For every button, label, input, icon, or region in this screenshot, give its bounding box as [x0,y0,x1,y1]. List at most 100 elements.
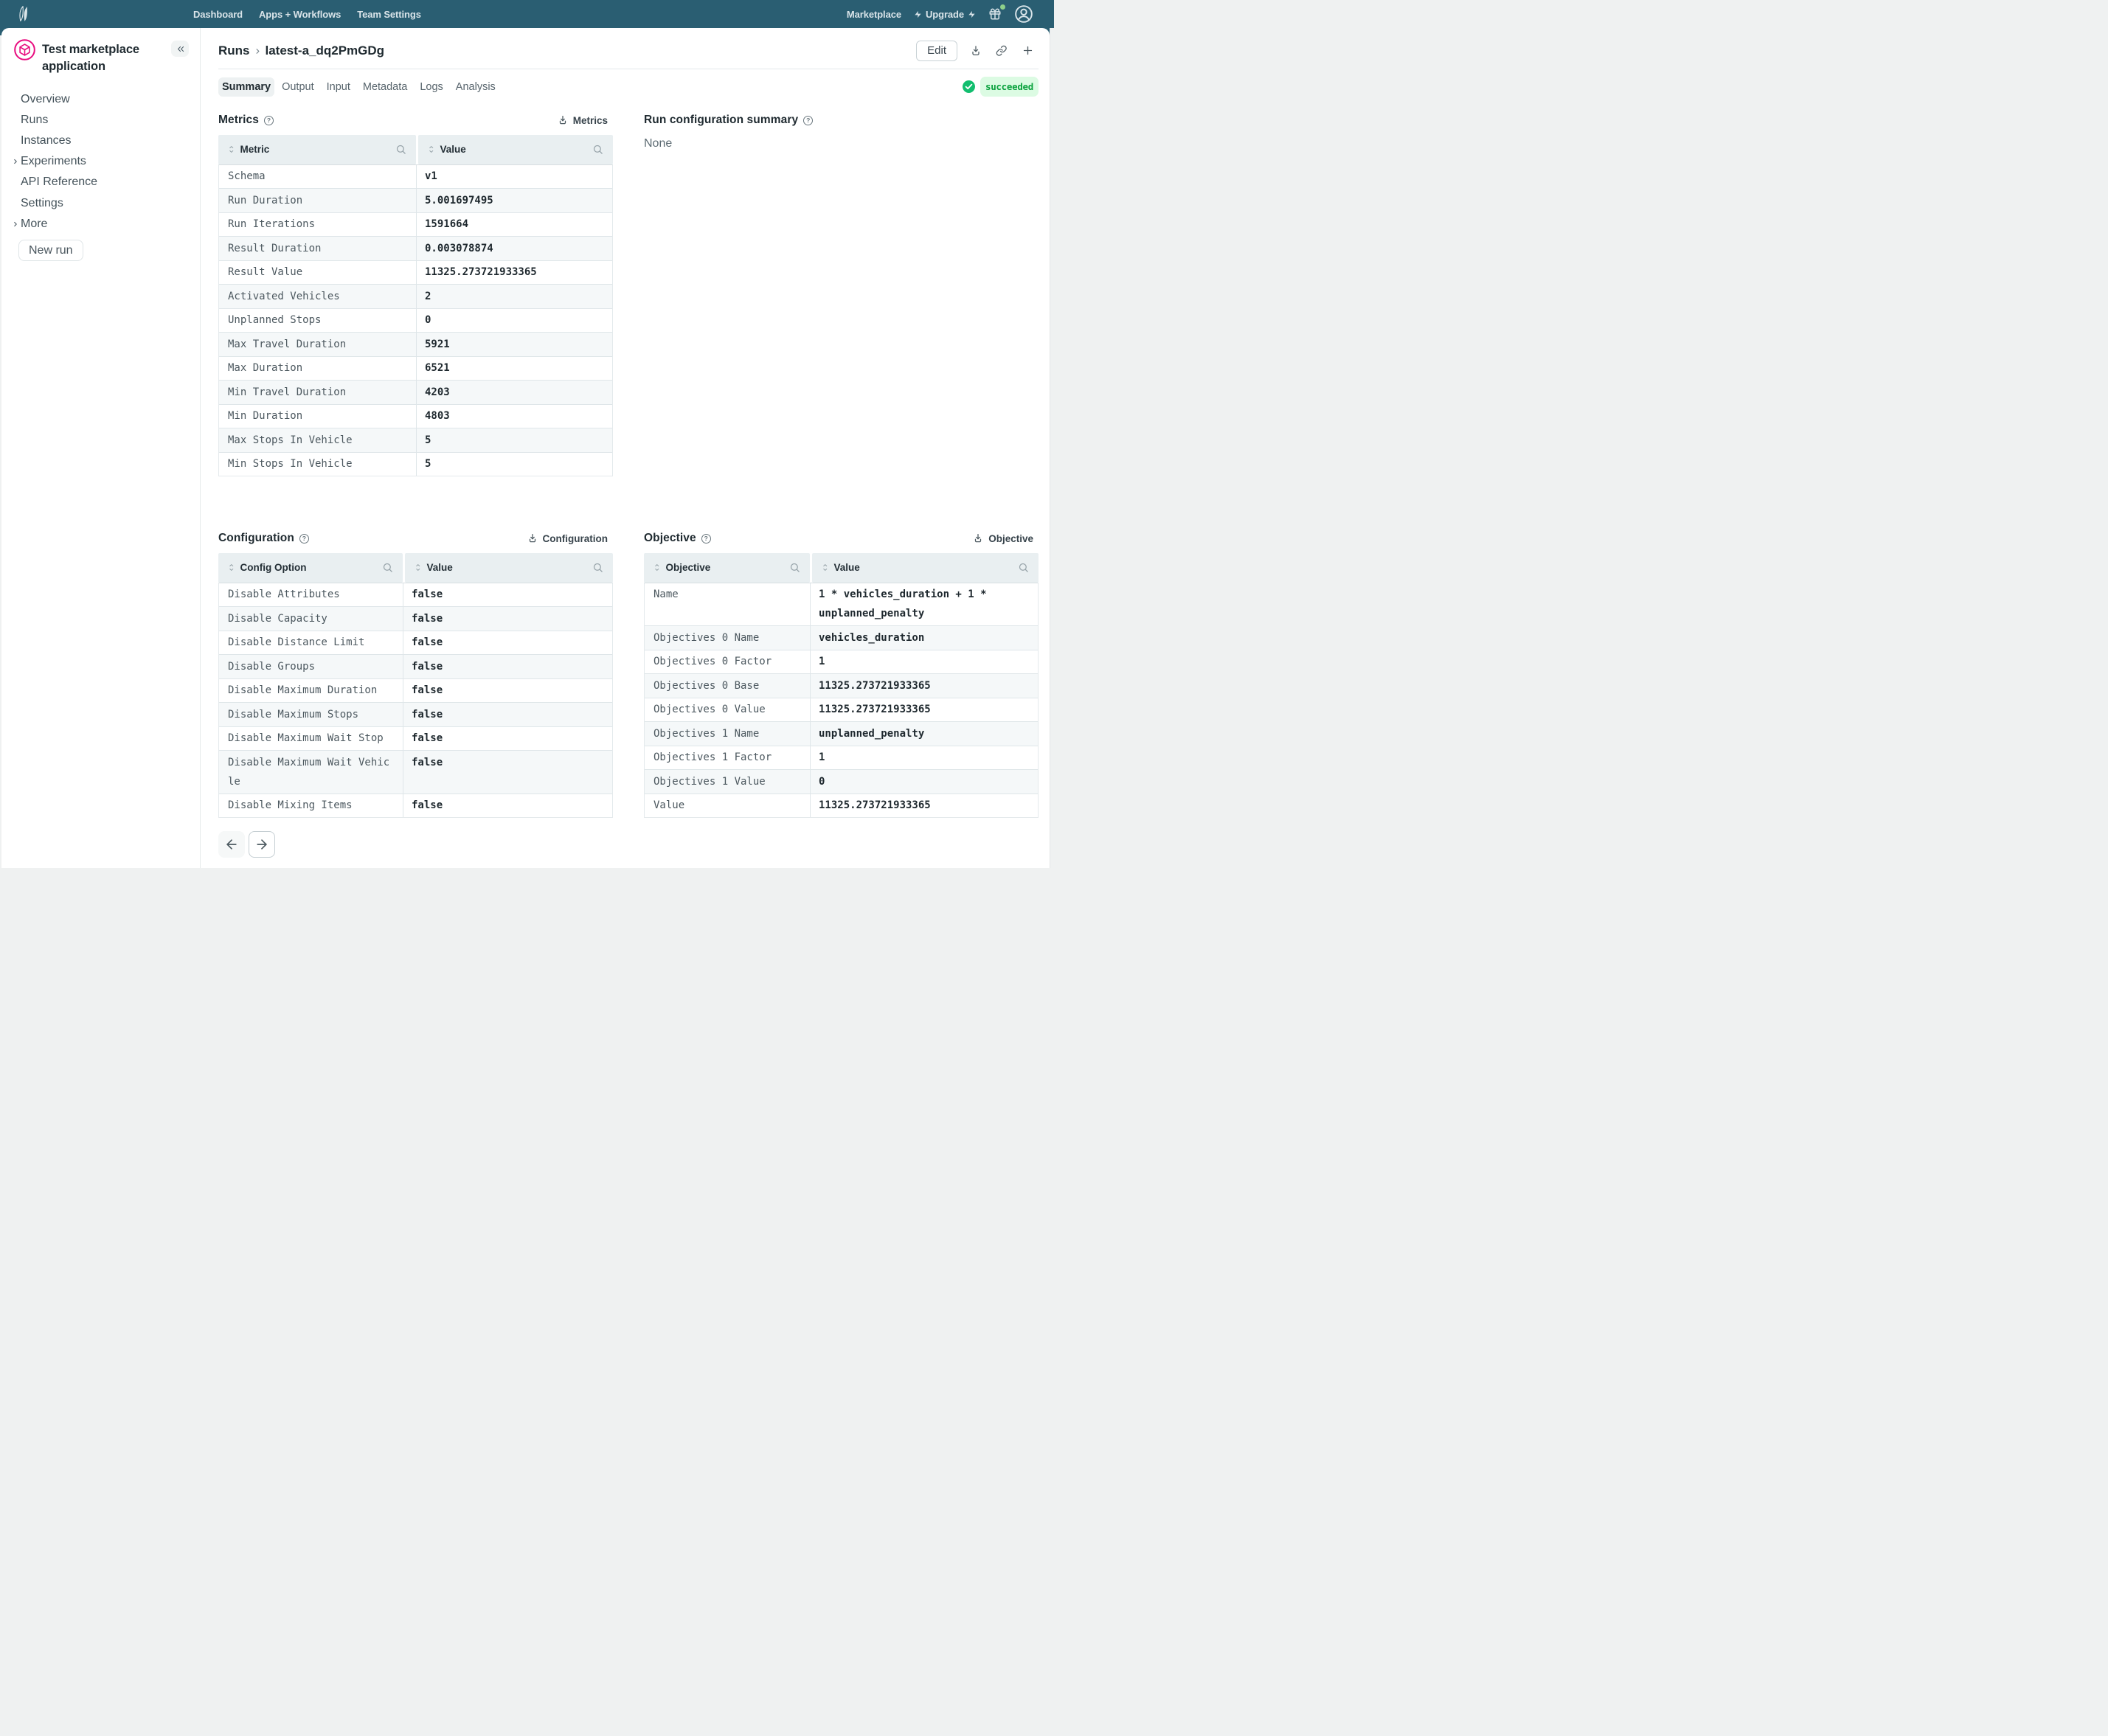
run-actions: Edit [916,41,1036,61]
sidebar-item-more[interactable]: More [1,214,200,235]
help-icon[interactable]: ? [264,116,274,125]
tab-output[interactable]: Output [282,81,314,93]
add-button[interactable] [1019,42,1036,60]
search-icon[interactable] [1018,562,1029,573]
sidebar-item-experiments[interactable]: Experiments [1,151,200,172]
sidebar-item-label: Overview [21,93,70,106]
table-row: Run Iterations1591664 [219,213,612,237]
edit-button[interactable]: Edit [916,41,957,61]
download-icon [527,533,538,544]
scrollbar-track[interactable] [1050,28,1054,868]
run-pager [218,831,1039,858]
sidebar-item-overview[interactable]: Overview [1,89,200,110]
sidebar-item-api-reference[interactable]: API Reference [1,172,200,192]
gift-icon[interactable] [988,7,1002,21]
sidebar-collapse-button[interactable] [171,41,189,57]
cell-name: Name [645,583,811,626]
metrics-section: Metrics ? Metrics MetricValueSchemav1Run… [218,108,613,477]
nav-marketplace[interactable]: Marketplace [847,9,901,20]
configuration-section: Configuration ? Configuration Config Opt… [218,526,613,819]
breadcrumb: Runs latest-a_dq2PmGDg [218,44,384,58]
nav-team-settings[interactable]: Team Settings [357,9,421,20]
sort-icon[interactable] [653,563,661,572]
new-run-button[interactable]: New run [18,240,83,261]
download-run-button[interactable] [967,42,985,60]
sort-icon[interactable] [822,563,829,572]
table-row: Objectives 0 Value11325.273721933365 [645,698,1038,723]
cell-name: Disable Capacity [219,607,403,631]
sort-icon[interactable] [415,563,422,572]
sidebar-item-instances[interactable]: Instances [1,131,200,151]
table-row: Max Duration6521 [219,357,612,381]
copy-link-button[interactable] [993,42,1010,60]
cell-value: 2 [417,285,612,308]
cell-value: false [403,703,612,726]
tab-input[interactable]: Input [327,81,350,93]
table-row: Disable Maximum Stopsfalse [219,703,612,727]
sort-icon[interactable] [428,145,435,154]
sidebar-item-runs[interactable]: Runs [1,110,200,131]
search-icon[interactable] [395,144,406,155]
cell-value: 11325.273721933365 [811,674,1038,698]
nextmv-logo-icon[interactable] [18,6,29,22]
download-button-label: Configuration [543,533,608,544]
sidebar-item-label: Instances [21,134,71,147]
tab-summary[interactable]: Summary [218,77,274,97]
run-tabs: Summary Output Input Metadata Logs Analysis [218,77,496,97]
cell-value: 4803 [417,405,612,428]
sidebar: Test marketplace application Overview Run… [1,28,201,868]
arrow-left-icon [224,837,239,852]
table-row: Result Value11325.273721933365 [219,261,612,285]
tab-analysis[interactable]: Analysis [456,81,496,93]
sidebar-item-settings[interactable]: Settings [1,192,200,213]
next-run-button[interactable] [249,831,275,858]
app-cube-icon [14,39,35,60]
cell-name: Disable Attributes [219,583,403,607]
cell-value: false [403,679,612,703]
cell-value: 1591664 [417,213,612,237]
cell-value: 5.001697495 [417,189,612,212]
previous-run-button[interactable] [218,831,245,858]
topbar: Dashboard Apps + Workflows Team Settings… [0,0,1054,28]
search-icon[interactable] [789,562,800,573]
cell-value: 5 [417,428,612,452]
download-icon [973,533,983,544]
sidebar-item-label: Experiments [21,155,86,168]
sort-icon[interactable] [228,563,235,572]
upgrade-button[interactable]: Upgrade [914,9,976,20]
nav-dashboard[interactable]: Dashboard [193,9,243,20]
breadcrumb-runs[interactable]: Runs [218,44,250,58]
nav-apps-workflows[interactable]: Apps + Workflows [259,9,341,20]
download-metrics-button[interactable]: Metrics [558,115,608,126]
table-row: Disable Maximum Wait Vehiclefalse [219,751,612,794]
help-icon[interactable]: ? [701,534,711,544]
download-objective-button[interactable]: Objective [973,533,1033,544]
download-icon [558,115,568,125]
search-icon[interactable] [382,562,393,573]
cell-value: false [403,655,612,678]
cell-name: Disable Maximum Duration [219,679,403,703]
search-icon[interactable] [592,562,603,573]
configuration-table: Config OptionValueDisable Attributesfals… [218,553,613,819]
run-config-value: None [644,137,1039,150]
search-icon[interactable] [592,144,603,155]
table-body: Name1 * vehicles_duration + 1 * unplanne… [644,583,1039,819]
download-configuration-button[interactable]: Configuration [527,533,608,544]
chevron-right-icon [12,221,19,228]
avatar-icon[interactable] [1014,4,1033,24]
cell-value: false [403,794,612,818]
status-badge: succeeded [980,77,1039,97]
run-status: succeeded [963,77,1039,97]
tab-metadata[interactable]: Metadata [363,81,407,93]
cell-value: 0.003078874 [417,237,612,260]
app-header: Test marketplace application [14,38,160,75]
help-icon[interactable]: ? [299,534,309,544]
breadcrumb-chevron-icon [254,47,262,55]
cell-name: Objectives 0 Factor [645,650,811,674]
tab-logs[interactable]: Logs [420,81,443,93]
help-icon[interactable]: ? [803,116,813,125]
cell-name: Schema [219,165,417,189]
sort-icon[interactable] [228,145,235,154]
upgrade-label: Upgrade [926,9,964,20]
table-row: Objectives 0 Namevehicles_duration [645,626,1038,650]
